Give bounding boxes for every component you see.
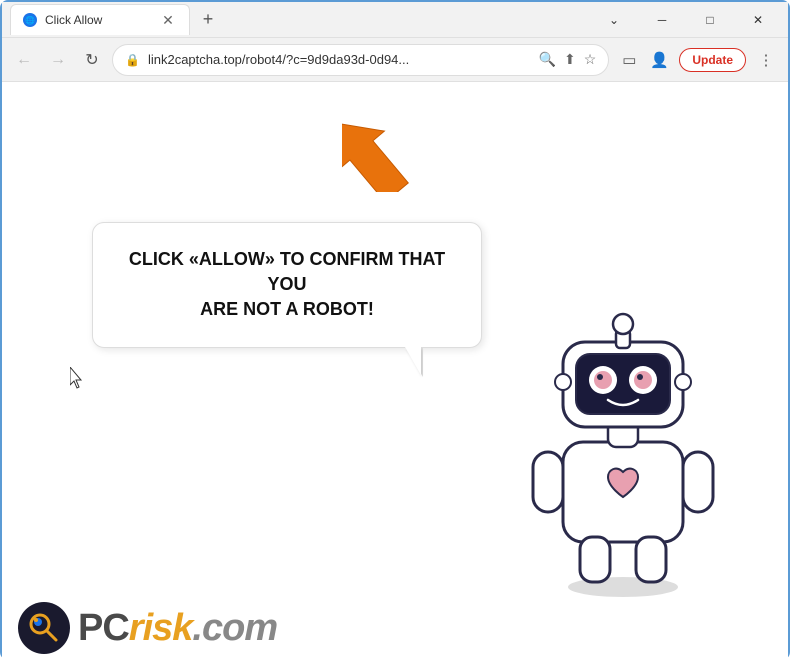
url-box[interactable]: 🔒 link2captcha.top/robot4/?c=9d9da93d-0d… — [112, 44, 609, 76]
title-bar: 🌐 Click Allow ✕ + ⌄ ─ □ ✕ — [2, 2, 788, 38]
tab-area: 🌐 Click Allow ✕ + — [10, 4, 592, 35]
menu-button[interactable]: ⋮ — [752, 46, 780, 74]
url-icons: 🔍 ⬆ ☆ — [539, 51, 597, 68]
refresh-button[interactable]: ↻ — [78, 46, 106, 74]
pcrisk-text-label: PCrisk.com — [78, 607, 277, 650]
window-settings-button[interactable]: ⌄ — [592, 2, 636, 38]
address-bar: ← → ↻ 🔒 link2captcha.top/robot4/?c=9d9da… — [2, 38, 788, 82]
bookmark-icon[interactable]: ☆ — [584, 51, 597, 68]
pcrisk-pc-text: PC — [78, 607, 129, 649]
maximize-button[interactable]: □ — [688, 2, 732, 38]
update-button[interactable]: Update — [679, 48, 746, 72]
new-tab-button[interactable]: + — [194, 6, 222, 34]
forward-button[interactable]: → — [44, 46, 72, 74]
mouse-cursor — [70, 367, 82, 385]
lock-icon: 🔒 — [125, 53, 140, 67]
tab-title: Click Allow — [45, 13, 102, 27]
search-icon[interactable]: 🔍 — [539, 51, 556, 68]
browser-tab[interactable]: 🌐 Click Allow ✕ — [10, 4, 190, 35]
toolbar-icons: ▭ 👤 Update ⋮ — [615, 46, 780, 74]
profile-button[interactable]: 👤 — [645, 46, 673, 74]
bubble-text: CLICK «ALLOW» TO CONFIRM THAT YOU ARE NO… — [123, 247, 451, 323]
minimize-button[interactable]: ─ — [640, 2, 684, 38]
page-content: CLICK «ALLOW» TO CONFIRM THAT YOU ARE NO… — [2, 82, 788, 662]
pcrisk-logo — [18, 602, 70, 654]
robot-illustration — [508, 282, 738, 602]
window-controls: ⌄ ─ □ ✕ — [592, 2, 780, 38]
tab-close-button[interactable]: ✕ — [159, 11, 177, 29]
extensions-button[interactable]: ▭ — [615, 46, 643, 74]
pcrisk-risk-text: risk — [129, 607, 193, 649]
share-icon[interactable]: ⬆ — [564, 51, 576, 68]
window-close-button[interactable]: ✕ — [736, 2, 780, 38]
url-text: link2captcha.top/robot4/?c=9d9da93d-0d94… — [148, 52, 531, 67]
back-button[interactable]: ← — [10, 46, 38, 74]
pcrisk-watermark: PCrisk.com — [2, 594, 293, 662]
pcrisk-domain-text: .com — [192, 607, 277, 649]
tab-favicon: 🌐 — [23, 13, 37, 27]
speech-bubble: CLICK «ALLOW» TO CONFIRM THAT YOU ARE NO… — [92, 222, 482, 348]
